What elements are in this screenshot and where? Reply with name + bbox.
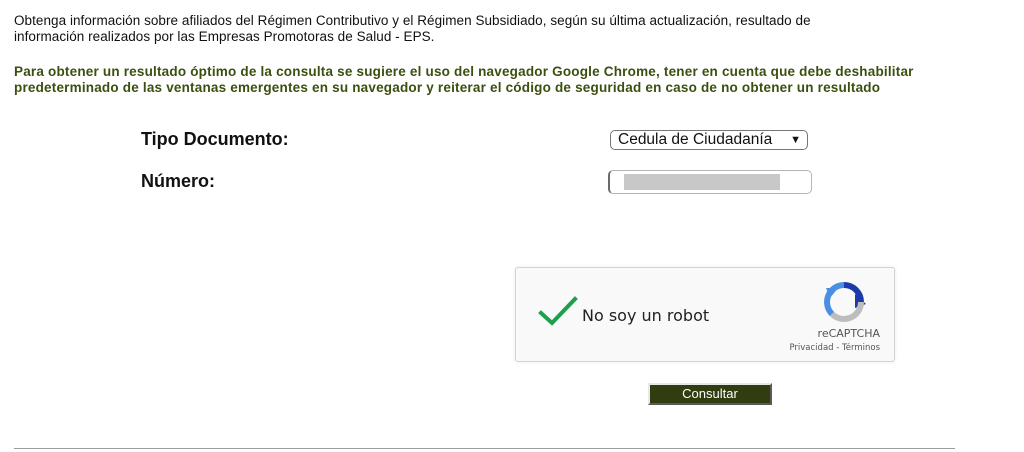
checkmark-icon[interactable] (538, 296, 578, 328)
browser-notice-line-1: Para obtener un resultado óptimo de la c… (14, 64, 914, 79)
dropdown-arrow-icon: ▼ (790, 134, 801, 146)
divider (14, 448, 955, 449)
tipo-documento-value: Cedula de Ciudadanía (618, 131, 773, 148)
intro-text-line-1: Obtenga información sobre afiliados del … (14, 13, 811, 28)
numero-input[interactable] (608, 170, 812, 194)
recaptcha-label: No soy un robot (582, 306, 710, 325)
numero-redacted-value (624, 174, 780, 190)
intro-text-line-2: información realizados por las Empresas … (14, 29, 435, 44)
page-content: Obtenga información sobre afiliados del … (0, 0, 955, 452)
numero-label: Número: (141, 171, 216, 191)
recaptcha-widget: No soy un robot reCAPTCHA Privacidad - T… (515, 267, 895, 362)
consultar-button[interactable]: Consultar (648, 383, 772, 405)
recaptcha-privacy-terms-links[interactable]: Privacidad - Términos (789, 343, 880, 353)
recaptcha-brand: reCAPTCHA (817, 327, 880, 340)
recaptcha-logo-icon (824, 282, 866, 322)
browser-notice-line-2: predeterminado de las ventanas emergente… (14, 80, 881, 95)
tipo-documento-select[interactable]: Cedula de Ciudadanía ▼ (610, 130, 808, 150)
tipo-documento-label: Tipo Documento: (141, 129, 289, 149)
